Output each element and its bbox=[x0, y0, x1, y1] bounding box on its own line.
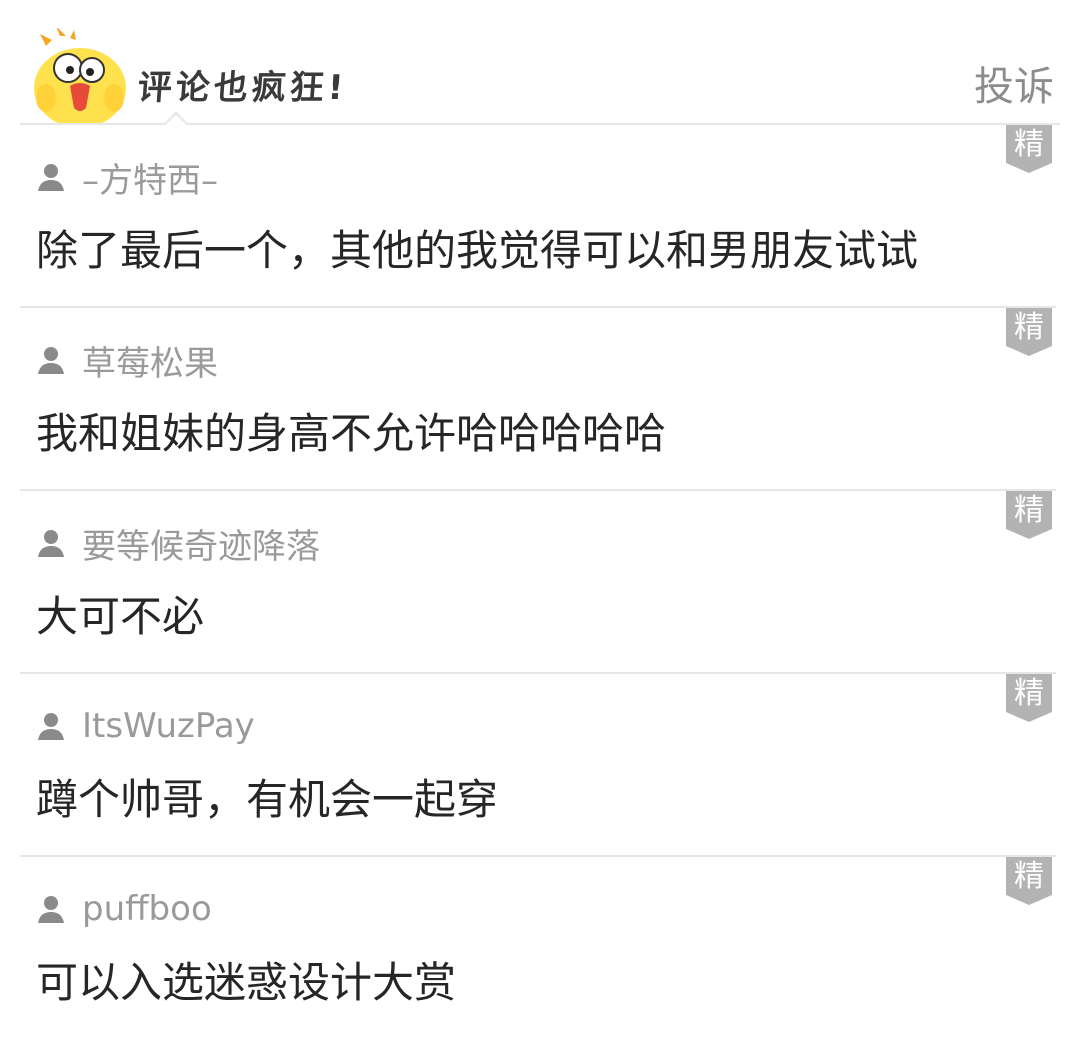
user-icon bbox=[38, 347, 64, 374]
report-button[interactable]: 投诉 bbox=[974, 54, 1054, 112]
comment-item[interactable]: 精 ItsWuzPay 蹲个帅哥，有机会一起穿 bbox=[20, 674, 1060, 857]
comment-text: 除了最后一个，其他的我觉得可以和男朋友试试 bbox=[36, 226, 919, 275]
comment-username[interactable]: 草莓松果 bbox=[82, 336, 218, 385]
yellow-chick-mascot-icon bbox=[34, 28, 126, 124]
comments-header: 评论也疯狂! 投诉 bbox=[0, 0, 1080, 135]
section-title: 评论也疯狂! bbox=[136, 68, 349, 108]
comment-item[interactable]: 精 puffboo 可以入选迷惑设计大赏 bbox=[20, 857, 1060, 1043]
comment-text: 大可不必 bbox=[36, 592, 205, 641]
comment-user-row: puffboo bbox=[36, 887, 212, 931]
comment-username[interactable]: puffboo bbox=[82, 889, 212, 929]
featured-badge-label: 精 bbox=[1014, 127, 1044, 162]
comment-item[interactable]: 精 草莓松果 我和姐妹的身高不允许哈哈哈哈哈 bbox=[20, 308, 1060, 491]
featured-badge-label: 精 bbox=[1014, 493, 1044, 528]
comment-item[interactable]: 精 –方特西– 除了最后一个，其他的我觉得可以和男朋友试试 bbox=[20, 125, 1060, 308]
user-icon bbox=[38, 530, 64, 557]
comment-username[interactable]: –方特西– bbox=[82, 153, 218, 202]
featured-badge-label: 精 bbox=[1014, 859, 1044, 894]
comment-username[interactable]: 要等候奇迹降落 bbox=[82, 519, 320, 568]
comment-text: 我和姐妹的身高不允许哈哈哈哈哈 bbox=[36, 409, 667, 458]
comment-username[interactable]: ItsWuzPay bbox=[82, 706, 255, 746]
comment-user-row: ItsWuzPay bbox=[36, 704, 255, 748]
comment-text: 蹲个帅哥，有机会一起穿 bbox=[36, 775, 499, 824]
user-icon bbox=[38, 164, 64, 191]
featured-badge-label: 精 bbox=[1014, 310, 1044, 345]
comment-user-row: 草莓松果 bbox=[36, 336, 218, 385]
user-icon bbox=[38, 896, 64, 923]
comment-item[interactable]: 精 要等候奇迹降落 大可不必 bbox=[20, 491, 1060, 674]
comment-text: 可以入选迷惑设计大赏 bbox=[36, 958, 457, 1007]
user-icon bbox=[38, 713, 64, 740]
comment-user-row: 要等候奇迹降落 bbox=[36, 519, 320, 568]
comment-user-row: –方特西– bbox=[36, 153, 218, 202]
featured-badge-label: 精 bbox=[1014, 676, 1044, 711]
